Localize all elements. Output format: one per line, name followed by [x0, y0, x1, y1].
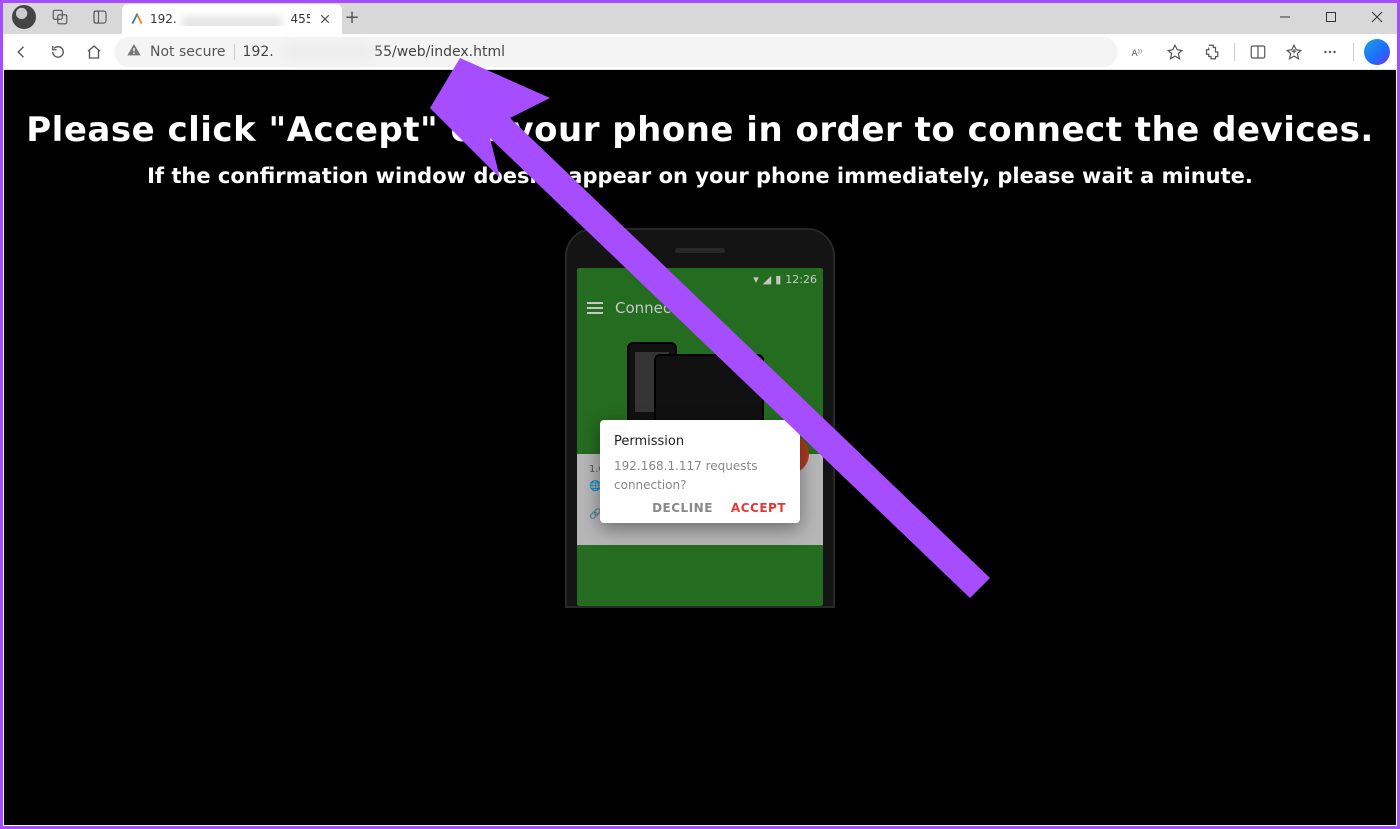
- accept-button[interactable]: ACCEPT: [731, 501, 786, 515]
- read-aloud-icon[interactable]: A⁾⁾: [1122, 35, 1156, 69]
- titlebar-left: [0, 0, 116, 34]
- toolbar-right: A⁾⁾: [1122, 35, 1394, 69]
- page-content: Please click "Accept" on your phone in o…: [4, 70, 1396, 825]
- permission-dialog: Permission 192.168.1.117 requests connec…: [600, 420, 800, 523]
- favorite-icon[interactable]: [1158, 35, 1192, 69]
- signal-bars-icon: ◢: [763, 273, 771, 286]
- phone-illustration: ▾ ◢ ▮ 12:26 Connect PC 📶: [565, 228, 835, 608]
- signal-icon: ▾: [753, 273, 759, 286]
- refresh-button[interactable]: [42, 36, 74, 68]
- workspaces-icon[interactable]: [44, 1, 76, 33]
- decline-button[interactable]: DECLINE: [652, 501, 713, 515]
- phone-statusbar: ▾ ◢ ▮ 12:26: [577, 268, 823, 290]
- window-titlebar: 192. 455/web/index +: [0, 0, 1400, 34]
- window-controls: [1262, 0, 1400, 34]
- phone-app-title: Connect PC: [615, 299, 701, 317]
- copilot-button[interactable]: [1360, 35, 1394, 69]
- tab-favicon-icon: [130, 12, 144, 26]
- close-window-button[interactable]: [1354, 0, 1400, 34]
- address-bar: Not secure 192. 55/web/index.html A⁾⁾: [0, 34, 1400, 70]
- redacted-blur: [285, 42, 373, 62]
- extensions-icon[interactable]: [1194, 35, 1228, 69]
- collections-icon[interactable]: [1277, 35, 1311, 69]
- maximize-button[interactable]: [1308, 0, 1354, 34]
- omnibox[interactable]: Not secure 192. 55/web/index.html: [114, 37, 1118, 67]
- hamburger-icon: [587, 302, 603, 314]
- home-button[interactable]: [78, 36, 110, 68]
- toolbar-divider: [1234, 43, 1235, 61]
- subheadline: If the confirmation window doesn't appea…: [4, 164, 1396, 188]
- minimize-button[interactable]: [1262, 0, 1308, 34]
- svg-text:A⁾⁾: A⁾⁾: [1132, 48, 1143, 58]
- toolbar-divider: [1353, 43, 1354, 61]
- battery-icon: ▮: [775, 273, 781, 286]
- split-screen-icon[interactable]: [1241, 35, 1275, 69]
- redacted-blur: [182, 16, 282, 26]
- omnibox-divider: [234, 44, 235, 60]
- tab-title: 192. 455/web/index: [150, 12, 310, 26]
- not-secure-icon: [126, 42, 142, 62]
- page-viewport: Please click "Accept" on your phone in o…: [4, 70, 1396, 825]
- dialog-message: 192.168.1.117 requests connection?: [614, 457, 786, 495]
- status-time: 12:26: [785, 273, 817, 286]
- url-text: 192. 55/web/index.html: [243, 44, 505, 60]
- profile-avatar[interactable]: [12, 5, 36, 29]
- close-tab-icon[interactable]: [316, 10, 334, 28]
- headline: Please click "Accept" on your phone in o…: [4, 110, 1396, 150]
- dialog-title: Permission: [614, 434, 786, 449]
- more-icon[interactable]: [1313, 35, 1347, 69]
- tab-actions-icon[interactable]: [84, 1, 116, 33]
- back-button[interactable]: [6, 36, 38, 68]
- active-tab[interactable]: 192. 455/web/index: [122, 4, 342, 34]
- security-label: Not secure: [150, 44, 226, 60]
- phone-app-header: Connect PC: [577, 290, 823, 326]
